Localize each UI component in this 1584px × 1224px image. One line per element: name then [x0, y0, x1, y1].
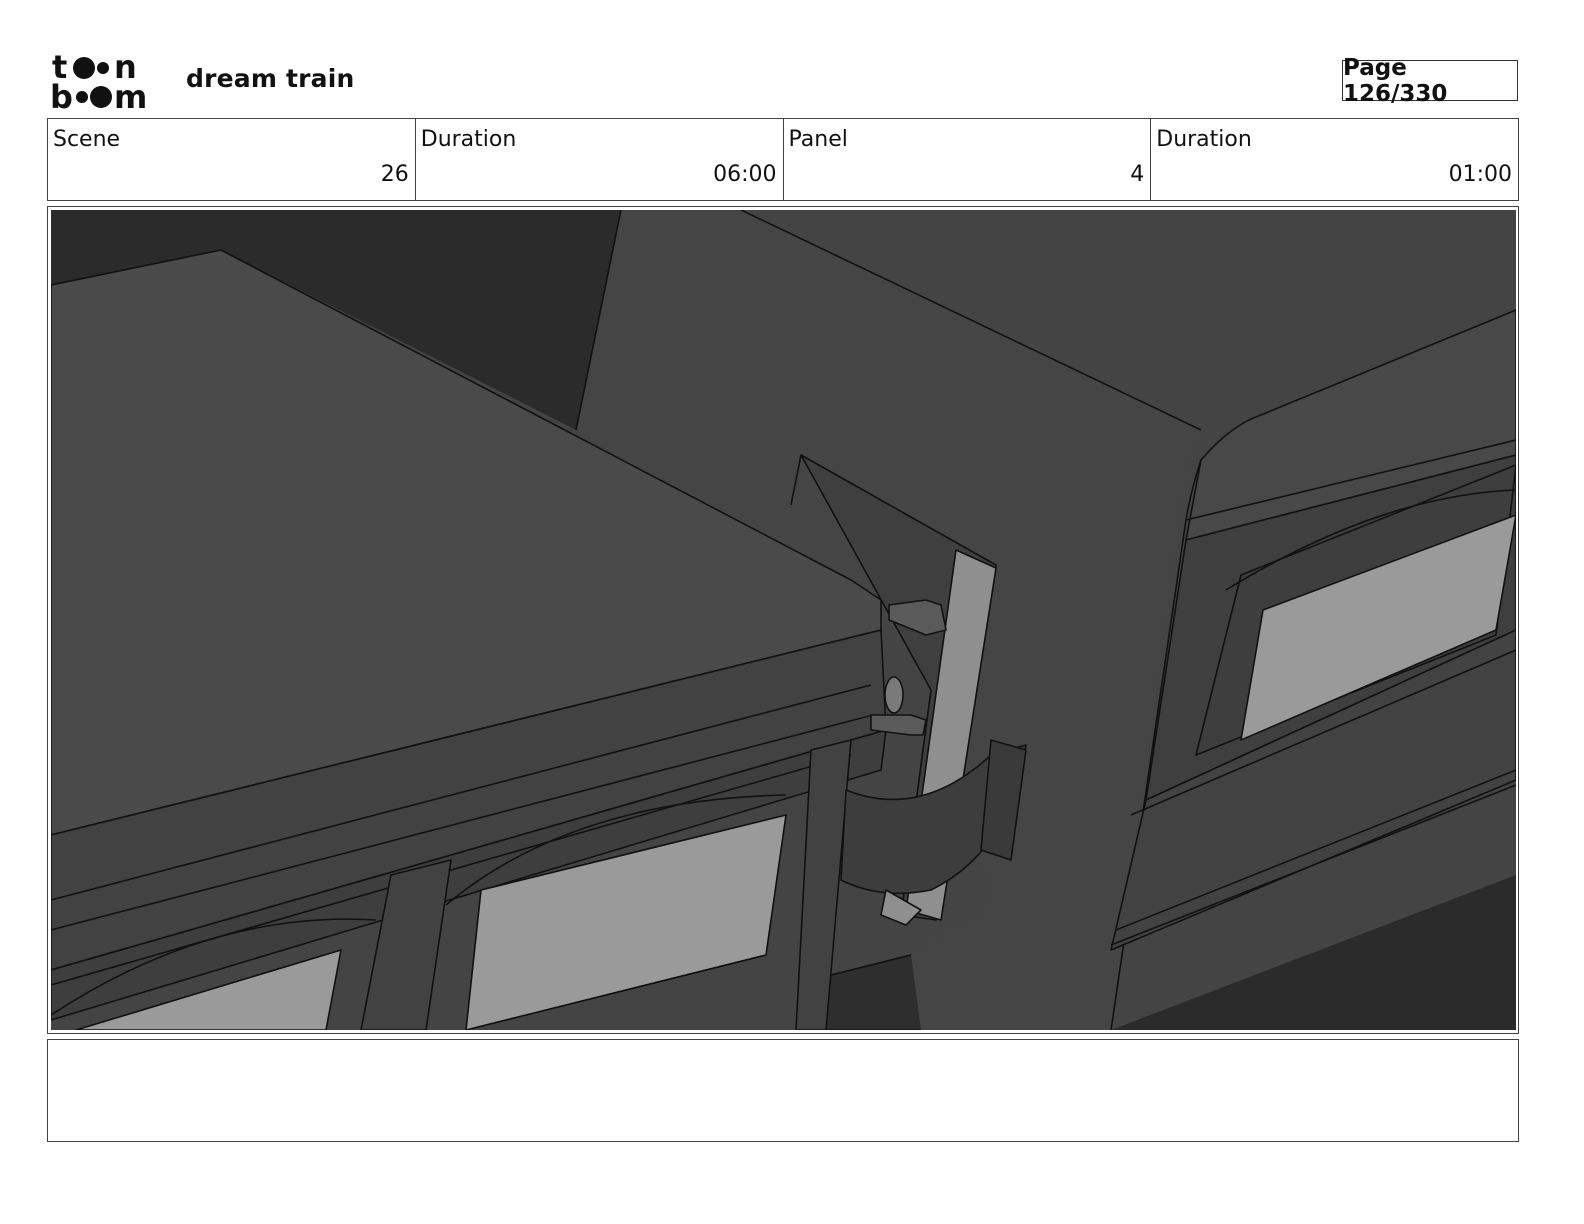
svg-text:m: m: [114, 78, 147, 112]
svg-text:b: b: [50, 78, 73, 112]
project-title: dream train: [186, 64, 355, 93]
panel-value: 4: [1130, 162, 1145, 187]
panel-duration-value: 01:00: [1448, 162, 1512, 187]
storyboard-panel-image: [51, 210, 1516, 1030]
page-indicator: Page 126/330: [1342, 55, 1518, 107]
toon-boom-logo: t n b m: [50, 50, 147, 112]
scene-duration-label: Duration: [420, 127, 517, 152]
scene-label: Scene: [53, 127, 121, 152]
panel-info-table: Scene 26 Duration 06:00 Panel 4 Duration…: [47, 118, 1519, 201]
panel-duration-label: Duration: [1156, 127, 1252, 152]
panel-label: Panel: [788, 127, 848, 152]
scene-value: 26: [380, 162, 409, 187]
panel-notes-box: [47, 1039, 1519, 1142]
panel-duration-cell: Duration 01:00: [1150, 119, 1518, 200]
scene-cell: Scene 26: [48, 119, 415, 200]
panel-cell: Panel 4: [782, 119, 1151, 200]
scene-duration-cell: Duration 06:00: [414, 119, 783, 200]
scene-duration-value: 06:00: [713, 162, 777, 187]
